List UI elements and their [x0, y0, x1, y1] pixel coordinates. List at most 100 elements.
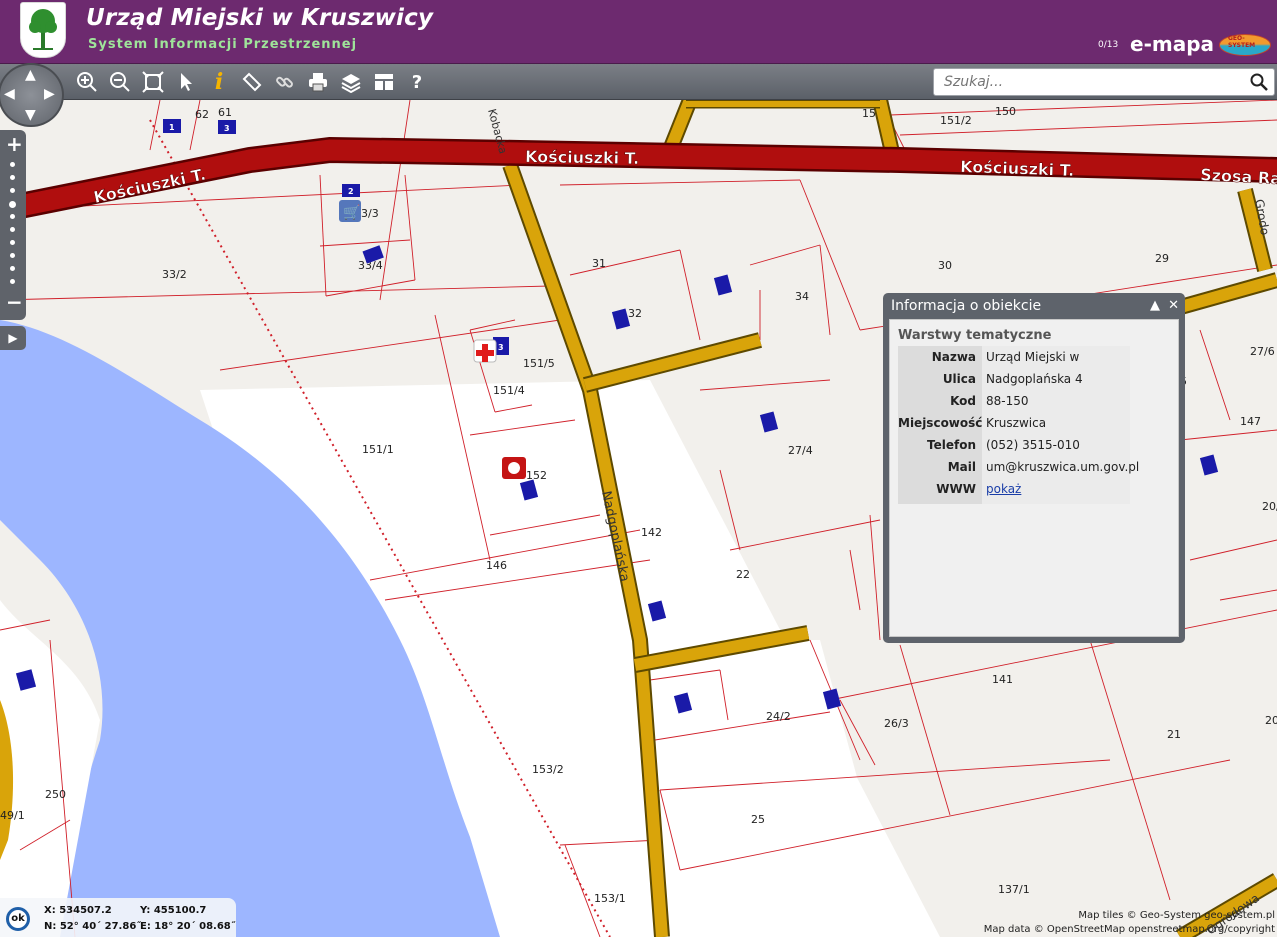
- coordinates-panel: ok X: 534507.2 Y: 455100.7 N: 52° 40´ 27…: [0, 898, 236, 937]
- measure-icon[interactable]: [238, 68, 266, 96]
- parcel-number: 24/2: [766, 710, 791, 723]
- coord-n: N: 52° 40´ 27.86˝: [44, 921, 142, 932]
- attribute-row: Telefon (052) 3515-010: [898, 434, 1170, 456]
- parcel-number: 151/5: [523, 357, 555, 370]
- www-link[interactable]: pokaż: [986, 482, 1021, 496]
- attribute-value: um@kruszwica.um.gov.pl: [982, 456, 1139, 478]
- pan-control[interactable]: ▲ ▼ ◀ ▶: [0, 63, 64, 127]
- zoom-level-dot[interactable]: [10, 162, 15, 167]
- attribute-value: 88-150: [982, 390, 1130, 412]
- pan-up-icon[interactable]: ▲: [25, 67, 36, 83]
- ok-button[interactable]: ok: [6, 907, 30, 931]
- popup-section-title: Warstwy tematyczne: [898, 328, 1052, 343]
- parcel-number: 27/4: [788, 444, 813, 457]
- attribute-row: Miejscowość Kruszwica: [898, 412, 1170, 434]
- pan-left-icon[interactable]: ◀: [4, 86, 15, 102]
- zoom-level-dot[interactable]: [10, 227, 15, 232]
- layout-icon[interactable]: [370, 68, 398, 96]
- attribute-value: Nadgoplańska 4: [982, 368, 1130, 390]
- info-icon[interactable]: i: [205, 68, 233, 96]
- link-icon[interactable]: [271, 68, 299, 96]
- collapse-icon[interactable]: ▲: [1150, 298, 1160, 313]
- search-icon[interactable]: [1250, 73, 1268, 91]
- zoom-level-handle[interactable]: [9, 201, 16, 208]
- attribute-value: Urząd Miejski w Kruszwicy: [982, 346, 1130, 386]
- parcel-number: 21: [1167, 728, 1181, 741]
- parcel-number: 27/6: [1250, 345, 1275, 358]
- zoom-level-dot[interactable]: [10, 279, 15, 284]
- search-box: [933, 68, 1275, 96]
- zoom-out-icon[interactable]: [106, 68, 134, 96]
- zoom-level-dot[interactable]: [10, 266, 15, 271]
- close-icon[interactable]: ✕: [1168, 298, 1179, 313]
- parcel-number: 20/: [1262, 500, 1277, 513]
- street-label: Kościuszki T.: [960, 157, 1075, 180]
- attribute-key: Ulica: [898, 368, 982, 390]
- layer-counter: 0/13: [1098, 40, 1119, 50]
- popup-body: Warstwy tematyczne Nazwa Urząd Miejski w…: [889, 319, 1179, 637]
- attribute-value: (052) 3515-010: [982, 434, 1130, 456]
- zoom-level-dot[interactable]: [10, 188, 15, 193]
- svg-text:1: 1: [169, 123, 175, 132]
- parcel-number: 26/3: [884, 717, 909, 730]
- pan-down-icon[interactable]: ▼: [25, 107, 36, 123]
- svg-text:🛒: 🛒: [343, 204, 360, 221]
- attribute-row: WWW pokaż: [898, 478, 1170, 504]
- app-title: Urząd Miejski w Kruszwicy: [86, 5, 434, 31]
- parcel-number: 151/2: [940, 114, 972, 127]
- attribute-row: Ulica Nadgoplańska 4: [898, 368, 1170, 390]
- attribute-row: Mail um@kruszwica.um.gov.pl: [898, 456, 1170, 478]
- parcel-number: 25: [751, 813, 765, 826]
- print-icon[interactable]: [304, 68, 332, 96]
- popup-title: Informacja o obiekcie: [891, 298, 1042, 314]
- coord-y: Y: 455100.7: [140, 905, 207, 916]
- attribute-row: Nazwa Urząd Miejski w Kruszwicy: [898, 346, 1170, 386]
- parcel-number: 34: [795, 290, 809, 303]
- parcel-number: 33/2: [162, 268, 187, 281]
- brand-name[interactable]: e-mapa: [1130, 32, 1214, 56]
- street-label: Kościuszki T.: [525, 147, 639, 168]
- zoom-minus-icon[interactable]: −: [6, 290, 23, 314]
- zoom-extent-icon[interactable]: [139, 68, 167, 96]
- parcel-number: 49/1: [0, 809, 25, 822]
- zoom-level-dot[interactable]: [10, 253, 15, 258]
- search-input[interactable]: [934, 69, 1234, 95]
- parcel-number: 15: [862, 107, 876, 120]
- parcel-number: 153/1: [594, 892, 626, 905]
- attribute-row: Kod 88-150: [898, 390, 1170, 412]
- attribute-key: Miejscowość: [898, 412, 982, 434]
- geo-system-logo[interactable]: GEO-SYSTEM: [1219, 34, 1271, 56]
- coord-x: X: 534507.2: [44, 905, 112, 916]
- parcel-number: 22: [736, 568, 750, 581]
- city-crest-logo: [20, 2, 66, 58]
- map-tiles-copyright: Map tiles © Geo-System geo-system.pl: [1078, 910, 1275, 921]
- parcel-number: 147: [1240, 415, 1261, 428]
- attribute-key: Telefon: [898, 434, 982, 456]
- zoom-level-dot[interactable]: [10, 214, 15, 219]
- parcel-number: 20: [1265, 714, 1277, 727]
- zoom-level-dot[interactable]: [10, 240, 15, 245]
- zoom-level-dot[interactable]: [10, 175, 15, 180]
- parcel-number: 153/2: [532, 763, 564, 776]
- popup-controls: ▲ ✕: [1150, 298, 1179, 313]
- parcel-number: 150: [995, 105, 1016, 118]
- map-data-copyright: Map data © OpenStreetMap openstreetmap.o…: [983, 924, 1275, 935]
- attribute-key: Kod: [898, 390, 982, 412]
- parcel-number: 141: [992, 673, 1013, 686]
- parcel-number: 32: [628, 307, 642, 320]
- object-info-popup: Informacja o obiekcie ▲ ✕ Warstwy tematy…: [883, 293, 1185, 643]
- help-icon[interactable]: ?: [403, 68, 431, 96]
- zoom-plus-icon[interactable]: +: [6, 132, 23, 156]
- pan-right-icon[interactable]: ▶: [44, 86, 55, 102]
- sidebar-toggle-icon[interactable]: ▶: [0, 326, 26, 350]
- parcel-number: 31: [592, 257, 606, 270]
- parcel-number: 29: [1155, 252, 1169, 265]
- layers-icon[interactable]: [337, 68, 365, 96]
- parcel-number: 152: [526, 469, 547, 482]
- svg-text:2: 2: [348, 187, 354, 196]
- attribute-key: WWW: [898, 478, 982, 504]
- parcel-number: 3/3: [361, 207, 379, 220]
- zoom-slider[interactable]: + −: [0, 130, 26, 320]
- zoom-in-icon[interactable]: [73, 68, 101, 96]
- pointer-icon[interactable]: [172, 68, 200, 96]
